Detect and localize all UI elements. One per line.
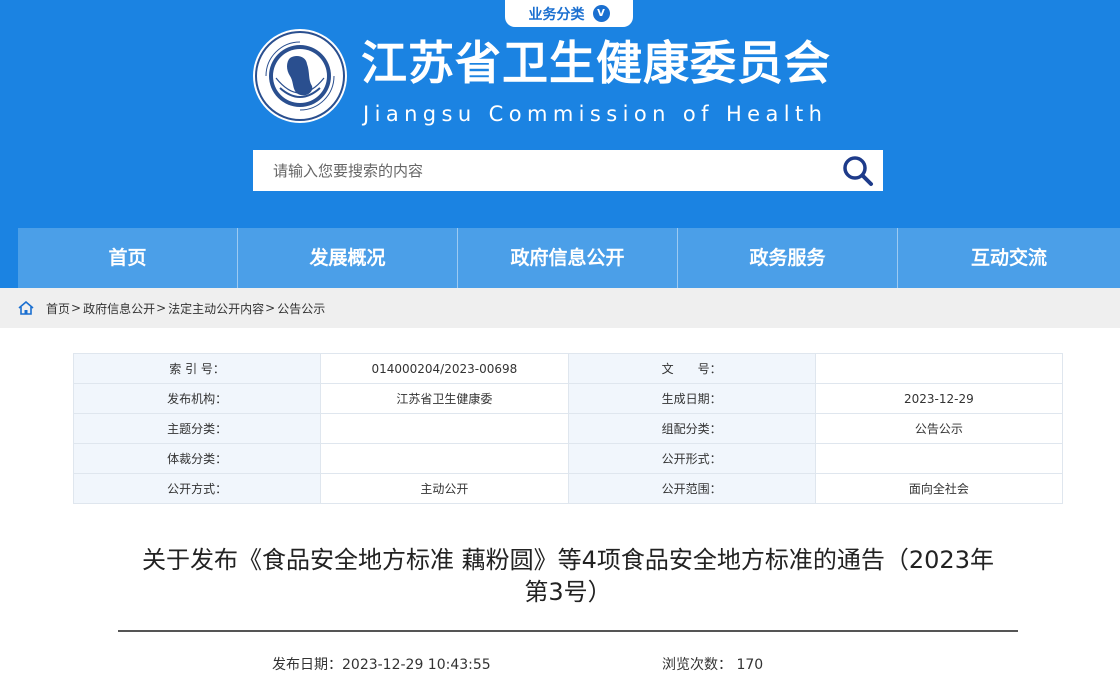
business-category-label: 业务分类 bbox=[528, 6, 585, 23]
meta-value bbox=[814, 443, 1064, 474]
breadcrumb-separator: > bbox=[156, 301, 167, 315]
nav-item-interaction[interactable]: 互动交流 bbox=[898, 228, 1120, 288]
breadcrumb-gov-info[interactable]: 政府信息公开 bbox=[83, 300, 155, 317]
meta-key: 索 引 号： bbox=[72, 353, 322, 384]
meta-value: 014000204/2023-00698 bbox=[320, 353, 569, 384]
view-count-value: 170 bbox=[736, 657, 764, 673]
nav-item-home[interactable]: 首页 bbox=[18, 228, 238, 288]
nav-item-services[interactable]: 政务服务 bbox=[678, 228, 898, 288]
meta-key: 公开方式： bbox=[72, 473, 322, 504]
view-count-label: 浏览次数： bbox=[662, 657, 732, 673]
table-row: 主题分类： 组配分类： 公告公示 bbox=[72, 413, 1064, 444]
metadata-table: 索 引 号： 014000204/2023-00698 文 号： 发布机构： 江… bbox=[72, 353, 1064, 504]
meta-value bbox=[320, 413, 569, 444]
chevron-down-icon: V bbox=[592, 5, 610, 22]
meta-key: 生成日期： bbox=[567, 383, 816, 414]
meta-key: 组配分类： bbox=[567, 413, 816, 444]
meta-key: 发布机构： bbox=[72, 383, 322, 414]
main-nav: 首页 发展概况 政府信息公开 政务服务 互动交流 bbox=[18, 228, 1120, 288]
breadcrumb-home[interactable]: 首页 bbox=[46, 300, 70, 317]
table-row: 索 引 号： 014000204/2023-00698 文 号： bbox=[72, 353, 1064, 384]
breadcrumb-separator: > bbox=[71, 301, 82, 315]
article-title-line: 关于发布《食品安全地方标准 藕粉圆》等4项食品安全地方标准的通告（2023年 bbox=[142, 546, 994, 574]
meta-value: 江苏省卫生健康委 bbox=[320, 383, 569, 414]
table-row: 发布机构： 江苏省卫生健康委 生成日期： 2023-12-29 bbox=[72, 383, 1064, 414]
article-title: 关于发布《食品安全地方标准 藕粉圆》等4项食品安全地方标准的通告（2023年 第… bbox=[120, 544, 1016, 608]
publish-date-label: 发布日期： bbox=[272, 657, 342, 673]
meta-value bbox=[320, 443, 569, 474]
meta-key: 体裁分类： bbox=[72, 443, 322, 474]
meta-key: 主题分类： bbox=[72, 413, 322, 444]
search-icon[interactable] bbox=[841, 154, 875, 188]
nav-item-overview[interactable]: 发展概况 bbox=[238, 228, 458, 288]
search-input[interactable] bbox=[253, 150, 813, 191]
article-title-line: 第3号） bbox=[524, 578, 612, 606]
breadcrumb-separator: > bbox=[265, 301, 276, 315]
site-subtitle: Jiangsu Commission of Health bbox=[363, 102, 828, 126]
publish-date: 发布日期：2023-12-29 10:43:55 bbox=[272, 654, 491, 674]
home-icon[interactable] bbox=[18, 301, 34, 315]
meta-value: 公告公示 bbox=[814, 413, 1064, 444]
site-title: 江苏省卫生健康委员会 bbox=[361, 36, 831, 90]
view-count: 浏览次数： 170 bbox=[662, 654, 763, 674]
business-category-tab[interactable]: 业务分类 V bbox=[505, 0, 633, 27]
meta-key: 公开形式： bbox=[567, 443, 816, 474]
meta-key: 文 号： bbox=[567, 353, 816, 384]
breadcrumb-statutory-content[interactable]: 法定主动公开内容 bbox=[168, 300, 264, 317]
meta-value: 面向全社会 bbox=[814, 473, 1064, 504]
meta-key: 公开范围： bbox=[567, 473, 816, 504]
emblem-logo bbox=[253, 29, 347, 123]
search-bar bbox=[253, 150, 883, 191]
breadcrumb-announcements[interactable]: 公告公示 bbox=[277, 300, 325, 317]
breadcrumb: 首页 > 政府信息公开 > 法定主动公开内容 > 公告公示 bbox=[0, 288, 1120, 328]
nav-item-gov-info[interactable]: 政府信息公开 bbox=[458, 228, 678, 288]
meta-value: 主动公开 bbox=[320, 473, 569, 504]
meta-value bbox=[814, 353, 1064, 384]
title-divider bbox=[118, 630, 1018, 632]
publish-date-value: 2023-12-29 10:43:55 bbox=[342, 657, 491, 673]
table-row: 体裁分类： 公开形式： bbox=[72, 443, 1064, 474]
meta-value: 2023-12-29 bbox=[814, 383, 1064, 414]
table-row: 公开方式： 主动公开 公开范围： 面向全社会 bbox=[72, 473, 1064, 504]
site-header: 业务分类 V 江苏省卫生健康委员会 Jiangsu Commission of … bbox=[0, 0, 1120, 288]
